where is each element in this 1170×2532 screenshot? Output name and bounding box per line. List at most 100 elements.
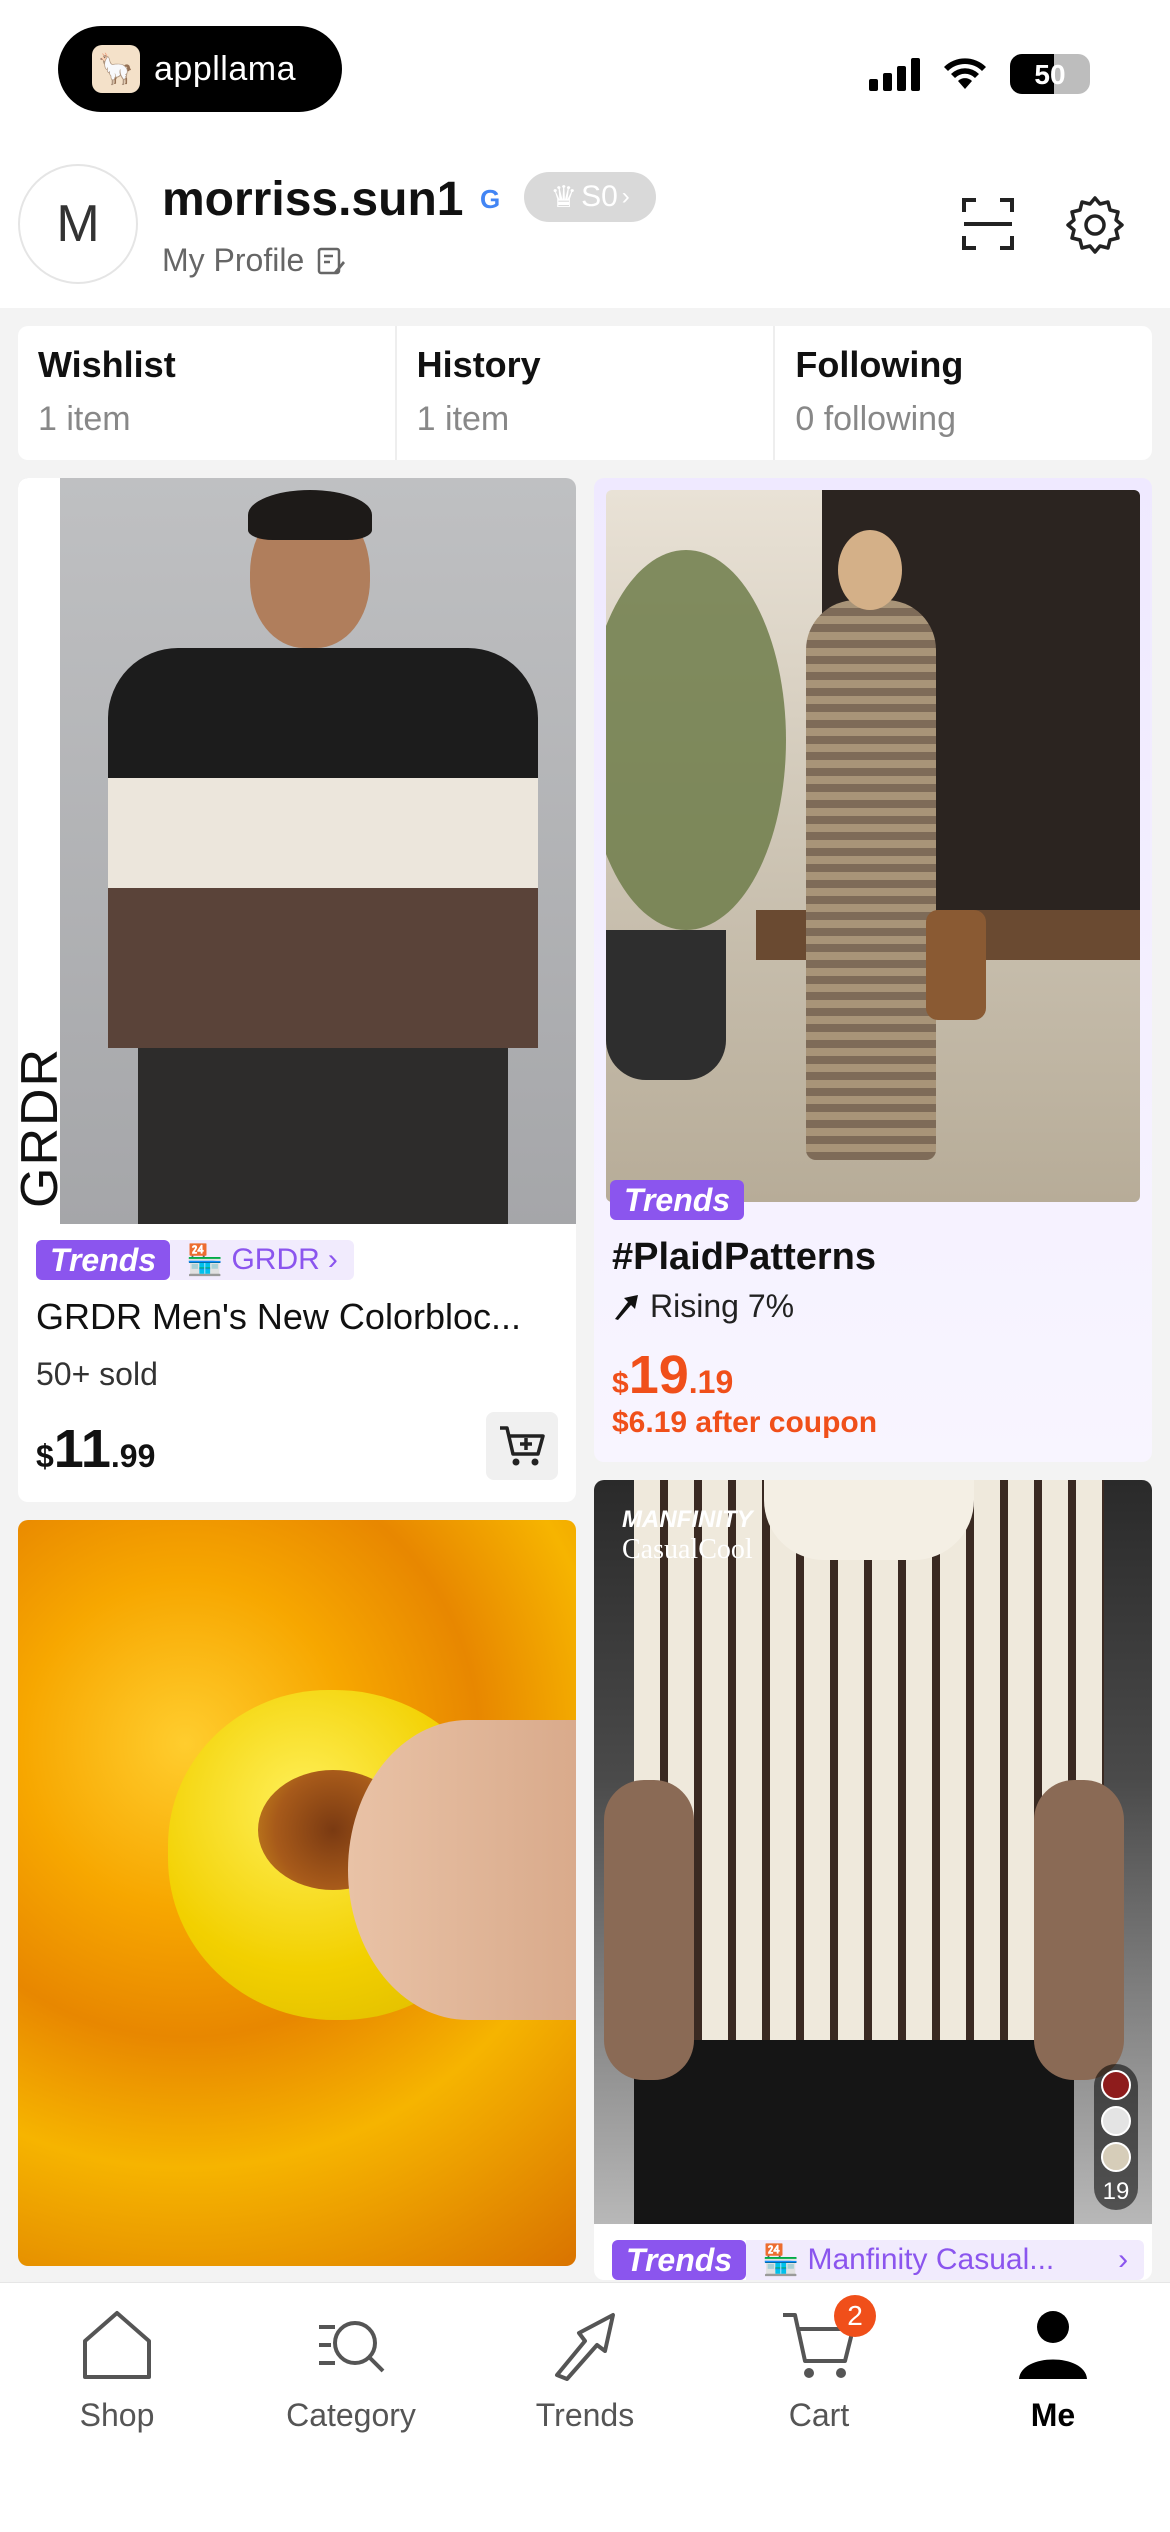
brand-logo: MANFINITY CasualCool <box>622 1506 753 1566</box>
trousers <box>138 1048 508 1224</box>
status-icons: 50 <box>869 54 1090 94</box>
sold-count: 50+ sold <box>36 1356 158 1392</box>
chevron-right-icon: › <box>327 1243 338 1276</box>
home-icon <box>83 2311 151 2379</box>
hand <box>348 1720 576 2020</box>
stat-history[interactable]: History 1 item <box>397 326 776 460</box>
plant-pot <box>606 930 726 1080</box>
tab-label: Trends <box>535 2397 635 2433</box>
swatch-beige <box>1101 2142 1131 2172</box>
stat-count: 0 following <box>795 400 956 438</box>
tab-category[interactable]: Category <box>234 2283 468 2532</box>
price-cents: .99 <box>110 1438 156 1474</box>
stat-wishlist[interactable]: Wishlist 1 item <box>18 326 397 460</box>
color-swatches[interactable]: 19 <box>1094 2064 1138 2210</box>
battery-level: 50 <box>1034 59 1066 90</box>
product-image[interactable]: GRDR <box>18 478 576 1224</box>
trends-badge: Trends <box>612 2240 747 2280</box>
price-main: 11 <box>53 1419 111 1479</box>
product-card-striped-polo[interactable]: MANFINITY CasualCool 19 Trends 🏪 Manfini… <box>594 1480 1152 2280</box>
price-currency: $ <box>36 1438 54 1474</box>
store-name: Manfinity Casual... <box>807 2243 1055 2276</box>
sweater-black-band <box>108 648 538 778</box>
product-price: $ 11 .99 <box>36 1418 155 1480</box>
brand-line1: MANFINITY <box>622 1506 753 1533</box>
trend-hashtag[interactable]: #PlaidPatterns <box>612 1236 876 1279</box>
polo-collar <box>764 1480 974 1560</box>
price-main: 19 <box>628 1345 689 1405</box>
model-head <box>838 530 902 610</box>
category-search-icon <box>319 2321 385 2373</box>
product-image[interactable] <box>18 1520 576 2266</box>
avatar[interactable]: M <box>18 164 138 284</box>
tab-trends[interactable]: Trends <box>468 2283 702 2532</box>
vip-level: S0 <box>581 180 618 213</box>
my-profile-label: My Profile <box>162 242 305 278</box>
product-card-colorblock-sweater[interactable]: GRDR Trends 🏪 GRDR › GRDR Men's New Colo… <box>18 478 576 1502</box>
trend-image[interactable] <box>606 490 1140 1202</box>
store-link[interactable]: 🏪 Manfinity Casual... › <box>746 2240 1145 2280</box>
product-title[interactable]: GRDR Men's New Colorbloc... <box>36 1296 566 1338</box>
sweater-white-band <box>108 778 538 888</box>
bottom-tab-bar: Shop Category Trends 2 Cart Me <box>0 2282 1170 2532</box>
trend-up-icon <box>615 1294 638 1320</box>
trend-store-row: Trends 🏪 GRDR › <box>36 1240 354 1280</box>
store-link[interactable]: 🏪 GRDR › <box>170 1240 354 1280</box>
rising-percent: Rising 7% <box>650 1288 795 1324</box>
wifi-icon <box>944 58 986 89</box>
profile-stats: Wishlist 1 item History 1 item Following… <box>18 326 1152 460</box>
app-name: appllama <box>154 49 296 88</box>
tab-label: Category <box>286 2397 416 2433</box>
tab-cart[interactable]: 2 Cart <box>702 2283 936 2532</box>
add-to-cart-button[interactable] <box>486 1412 558 1480</box>
scan-icon[interactable] <box>960 196 1016 252</box>
price-cents: .19 <box>688 1364 734 1400</box>
model-figure-jumpsuit <box>806 600 936 1160</box>
trends-badge: Trends <box>610 1180 745 1220</box>
arm-right <box>1034 1780 1124 2080</box>
tab-me[interactable]: Me <box>936 2283 1170 2532</box>
price-currency: $ <box>612 1367 629 1400</box>
sweater-brown-band <box>108 888 538 1048</box>
brand-overlay: GRDR <box>18 1046 69 1208</box>
stat-count: 1 item <box>38 400 131 438</box>
app-pill[interactable]: 🦙 appllama <box>58 26 342 112</box>
trend-store-row: Trends 🏪 Manfinity Casual... › <box>612 2240 1145 2280</box>
stat-title: Following <box>795 344 964 385</box>
google-icon: G <box>480 184 501 214</box>
my-profile-link[interactable]: My Profile <box>162 242 346 279</box>
gear-icon[interactable] <box>1064 194 1126 256</box>
edit-profile-icon <box>318 247 346 274</box>
product-card-squishy[interactable] <box>18 1520 576 2266</box>
trend-price: $ 19 .19 <box>612 1344 733 1406</box>
store-icon: 🏪 <box>762 2243 800 2277</box>
stat-title: Wishlist <box>38 344 176 385</box>
hair <box>248 490 372 540</box>
arm-left <box>604 1780 694 2080</box>
tab-label: Me <box>1030 2397 1076 2433</box>
store-name: GRDR <box>231 1243 320 1276</box>
add-cart-icon <box>500 1426 545 1466</box>
handbag <box>926 910 986 1020</box>
status-bar: 🦙 appllama 50 <box>0 0 1170 150</box>
trousers <box>634 2040 1074 2224</box>
trend-card-plaid-patterns[interactable]: Trends #PlaidPatterns Rising 7% $ 19 .19… <box>594 478 1152 1462</box>
store-icon: 🏪 <box>186 1243 224 1277</box>
chevron-right-icon: › <box>1118 2243 1129 2276</box>
swatch-white <box>1101 2106 1131 2136</box>
trends-badge: Trends <box>36 1240 171 1280</box>
vip-level-badge[interactable]: ♛ S0 › <box>524 172 656 222</box>
swatch-count: 19 <box>1102 2178 1130 2205</box>
product-image[interactable]: MANFINITY CasualCool 19 <box>594 1480 1152 2224</box>
tab-shop[interactable]: Shop <box>0 2283 234 2532</box>
stat-following[interactable]: Following 0 following <box>775 326 1152 460</box>
swatch-red <box>1101 2070 1131 2100</box>
coupon-price: $6.19 after coupon <box>612 1406 878 1439</box>
profile-header: M morriss.sun1 G ♛ S0 › My Profile <box>0 150 1170 308</box>
username[interactable]: morriss.sun1 <box>162 172 463 227</box>
stat-count: 1 item <box>416 400 510 438</box>
cart-count-badge: 2 <box>834 2295 876 2337</box>
stat-title: History <box>416 344 541 385</box>
tab-label: Shop <box>79 2397 155 2433</box>
plant-leaves <box>606 550 786 930</box>
